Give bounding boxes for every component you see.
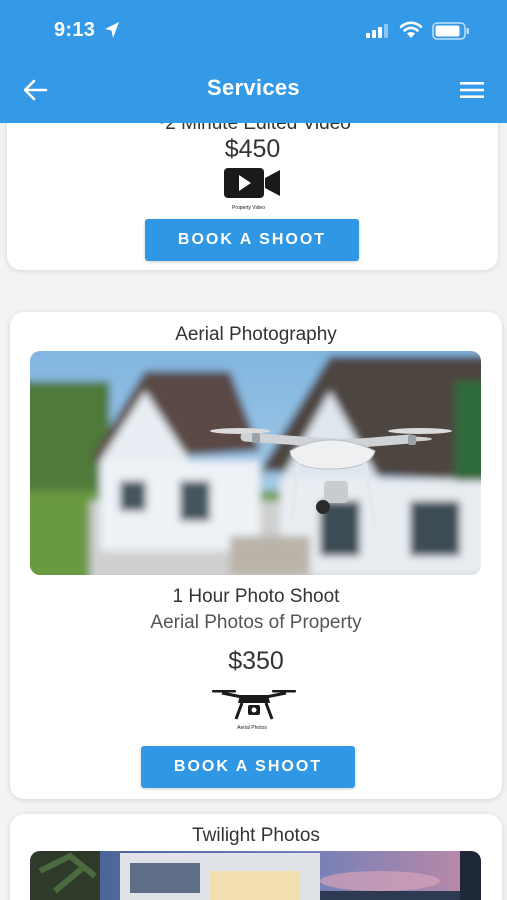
- wifi-icon: [399, 21, 423, 38]
- service-description: Aerial Photos of Property: [150, 612, 362, 633]
- video-icon-label: Property Video: [232, 205, 265, 211]
- drone-icon: [212, 690, 296, 720]
- service-price: $450: [224, 135, 281, 163]
- service-duration: 1 Hour Photo Shoot: [172, 586, 340, 607]
- service-price: $350: [228, 647, 284, 675]
- book-shoot-button-aerial[interactable]: BOOK A SHOOT: [141, 746, 355, 788]
- app-header: 9:13 Services: [0, 0, 507, 123]
- twilight-photo-image: [30, 851, 481, 900]
- book-shoot-button-video[interactable]: BOOK A SHOOT: [145, 219, 359, 261]
- battery-icon: [432, 22, 469, 40]
- service-title: Aerial Photography: [175, 324, 337, 345]
- page-title: Services: [207, 75, 300, 100]
- location-arrow-icon: [105, 22, 119, 38]
- service-card-twilight: Twilight Photos: [10, 814, 502, 900]
- service-card-aerial: Aerial Photography 1 Hour Photo Shoot Ae…: [10, 312, 502, 799]
- cellular-signal-icon: [366, 24, 388, 38]
- service-title: Twilight Photos: [192, 825, 320, 846]
- hamburger-menu-icon[interactable]: [460, 80, 484, 100]
- status-time: 9:13: [54, 19, 96, 41]
- aerial-photo-image: [30, 351, 481, 575]
- video-camera-icon: [224, 168, 280, 198]
- drone-icon-label: Aerial Photos: [237, 725, 267, 731]
